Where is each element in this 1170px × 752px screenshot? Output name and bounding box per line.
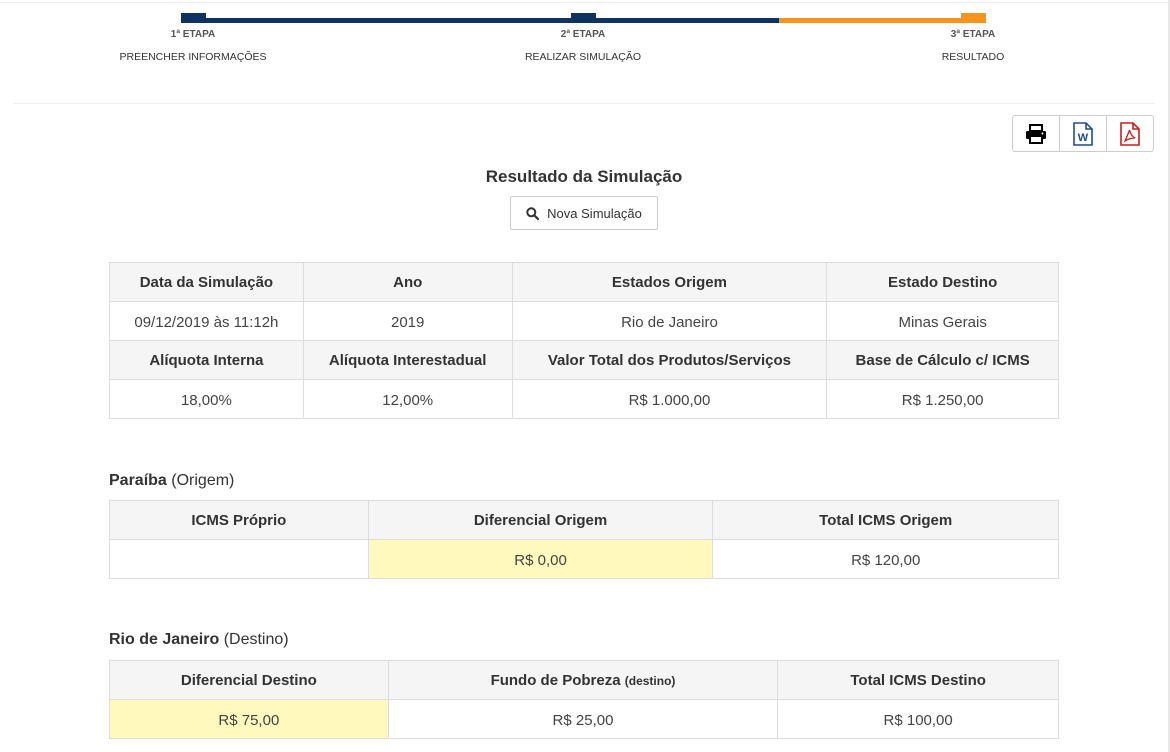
table-header: ICMS Próprio	[109, 500, 369, 540]
word-icon-letter: W	[1078, 132, 1089, 144]
origem-state-name: Paraíba	[109, 472, 167, 489]
table-header: Total ICMS Destino	[777, 660, 1059, 700]
pdf-icon	[1120, 121, 1140, 146]
table-header-row: ICMS Próprio Diferencial Origem Total IC…	[109, 500, 1059, 540]
table-header: Fundo de Pobreza (destino)	[387, 660, 779, 700]
word-icon: W	[1073, 121, 1093, 146]
step-marker-2	[571, 13, 596, 23]
export-pdf-button[interactable]	[1106, 115, 1154, 152]
step-1-number: 1ª ETAPA	[170, 29, 216, 40]
table-row: R$ 0,00 R$ 120,00	[109, 539, 1059, 579]
table-cell: R$ 1.250,00	[826, 379, 1059, 419]
table-header-row: Diferencial Destino Fundo de Pobreza (de…	[109, 660, 1059, 700]
step-3-name: RESULTADO	[941, 51, 1005, 63]
page-title: Resultado da Simulação	[485, 167, 683, 186]
step-2: 2ª ETAPA REALIZAR SIMULAÇÃO	[503, 29, 663, 63]
export-button-group: W	[1012, 115, 1154, 152]
table-header-row: Data da Simulação Ano Estados Origem Est…	[109, 262, 1059, 302]
step-marker-1	[181, 13, 206, 23]
table-cell: Rio de Janeiro	[511, 301, 828, 341]
origem-section-title: Paraíba (Origem)	[109, 472, 234, 490]
table-header: Base de Cálculo c/ ICMS	[826, 340, 1059, 380]
step-2-name: REALIZAR SIMULAÇÃO	[524, 51, 642, 63]
search-icon	[526, 206, 540, 220]
table-cell: R$ 100,00	[777, 699, 1059, 739]
stepper-track-completed	[181, 18, 779, 23]
table-header: Valor Total dos Produtos/Serviços	[511, 340, 828, 380]
table-cell: 18,00%	[109, 379, 304, 419]
table-header-row: Alíquota Interna Alíquota Interestadual …	[109, 340, 1059, 380]
step-3: 3ª ETAPA RESULTADO	[893, 29, 1053, 63]
export-word-button[interactable]: W	[1059, 115, 1107, 152]
table-cell: R$ 1.000,00	[511, 379, 828, 419]
table-cell: R$ 25,00	[387, 699, 779, 739]
destino-suffix: (Destino)	[223, 631, 289, 648]
table-cell: 09/12/2019 às 11:12h	[109, 301, 304, 341]
step-3-number: 3ª ETAPA	[950, 29, 996, 40]
table-header: Data da Simulação	[109, 262, 304, 302]
table-cell: 12,00%	[302, 379, 513, 419]
table-cell-highlighted: R$ 75,00	[109, 699, 389, 739]
print-button[interactable]	[1012, 115, 1060, 152]
destino-state-name: Rio de Janeiro	[109, 631, 220, 648]
new-simulation-button[interactable]: Nova Simulação	[510, 196, 658, 230]
table-header: Estados Origem	[511, 262, 828, 302]
table-cell: 2019	[302, 301, 513, 341]
simulation-info-table: Data da Simulação Ano Estados Origem Est…	[109, 262, 1059, 419]
table-header: Alíquota Interestadual	[302, 340, 513, 380]
step-1-name: PREENCHER INFORMAÇÕES	[119, 51, 267, 63]
table-header-note: (destino)	[624, 673, 676, 688]
table-cell: R$ 120,00	[712, 539, 1059, 579]
table-cell: Minas Gerais	[826, 301, 1059, 341]
table-header: Diferencial Destino	[109, 660, 389, 700]
header-separator	[14, 103, 1154, 104]
table-header: Alíquota Interna	[109, 340, 304, 380]
stepper-track-current	[779, 18, 986, 23]
table-header: Ano	[302, 262, 513, 302]
table-header-text: Fundo de Pobreza	[490, 671, 621, 689]
origem-suffix: (Origem)	[171, 472, 235, 489]
table-cell-highlighted: R$ 0,00	[367, 539, 714, 579]
table-row: 18,00% 12,00% R$ 1.000,00 R$ 1.250,00	[109, 379, 1059, 419]
table-cell	[109, 539, 369, 579]
table-row: R$ 75,00 R$ 25,00 R$ 100,00	[109, 699, 1059, 739]
table-header: Total ICMS Origem	[712, 500, 1059, 540]
step-2-number: 2ª ETAPA	[560, 29, 606, 40]
table-header: Estado Destino	[826, 262, 1059, 302]
new-simulation-label: Nova Simulação	[547, 205, 642, 221]
destino-table: Diferencial Destino Fundo de Pobreza (de…	[109, 660, 1059, 739]
destino-section-title: Rio de Janeiro (Destino)	[109, 631, 289, 649]
print-icon	[1026, 123, 1046, 144]
step-marker-3	[961, 13, 986, 23]
step-1: 1ª ETAPA PREENCHER INFORMAÇÕES	[113, 29, 273, 63]
table-row: 09/12/2019 às 11:12h 2019 Rio de Janeiro…	[109, 301, 1059, 341]
table-header: Diferencial Origem	[367, 500, 714, 540]
progress-stepper: 1ª ETAPA PREENCHER INFORMAÇÕES 2ª ETAPA …	[0, 0, 1170, 100]
origem-table: ICMS Próprio Diferencial Origem Total IC…	[109, 500, 1059, 579]
